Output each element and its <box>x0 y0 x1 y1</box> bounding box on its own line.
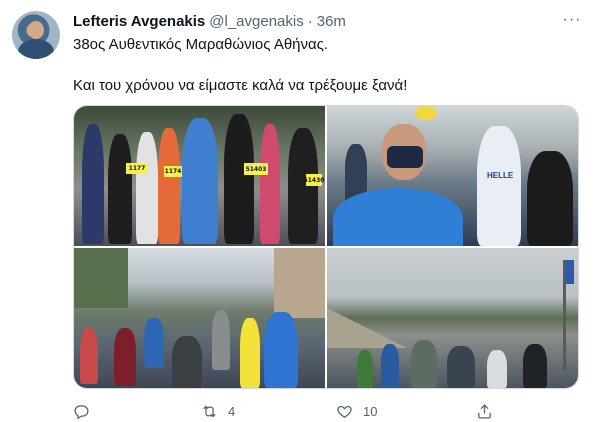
avatar-head <box>28 21 44 39</box>
avatar[interactable] <box>12 11 60 59</box>
runner-figure <box>487 350 507 388</box>
tweet-header: Lefteris Avgenakis @l_avgenakis · 36m <box>73 11 346 31</box>
runner-figure <box>447 346 475 388</box>
runner-figure <box>172 336 202 388</box>
banner-text: HELLE <box>487 171 514 180</box>
runner-figure <box>182 118 218 244</box>
runner-figure <box>381 344 399 388</box>
heart-icon <box>337 405 352 418</box>
runner-figure <box>144 318 164 368</box>
race-bib: 1174 <box>164 166 182 177</box>
reply-icon <box>74 404 89 419</box>
building-right <box>274 248 325 318</box>
race-bib: 51403 <box>244 163 268 175</box>
runner-figure <box>477 126 521 246</box>
runner-figure <box>108 134 132 244</box>
balloon <box>415 106 437 120</box>
avatar-shirt <box>18 39 54 59</box>
runner-figure <box>212 310 230 370</box>
race-bib: 1177 <box>126 163 148 174</box>
runner-figure <box>136 132 158 244</box>
tweet-text-line1: 38ος Αυθεντικός Μαραθώνιος Αθήνας. <box>73 36 329 53</box>
runner-figure <box>411 340 437 388</box>
separator-dot: · <box>307 12 313 30</box>
man-shirt <box>333 188 463 246</box>
flag <box>566 260 574 284</box>
runner-figure <box>240 318 260 388</box>
race-bib: 51430 <box>304 174 324 186</box>
reply-button[interactable] <box>73 403 100 420</box>
author-name[interactable]: Lefteris Avgenakis <box>73 13 205 30</box>
runner-figure <box>224 114 254 244</box>
retweet-button[interactable]: 4 <box>201 403 235 420</box>
share-button[interactable] <box>476 403 503 420</box>
like-count: 10 <box>363 403 378 419</box>
runner-figure <box>158 128 180 244</box>
stadium-seats <box>327 308 407 348</box>
runner-figure <box>527 151 573 246</box>
tweet-actions: 4 10 <box>73 402 493 420</box>
runner-figure <box>114 328 136 386</box>
runner-figure <box>82 124 104 244</box>
runner-figure <box>264 312 298 388</box>
runner-figure <box>357 350 373 388</box>
face-mask <box>387 146 423 168</box>
runner-figure <box>523 344 547 388</box>
tweet-text-line2: Και του χρόνου να είμαστε καλά να τρέξου… <box>73 77 408 94</box>
more-options-icon[interactable]: ··· <box>560 10 584 30</box>
retweet-count: 4 <box>228 403 236 419</box>
photo-stadium[interactable] <box>327 248 578 388</box>
runner-figure <box>288 128 318 244</box>
runner-figure <box>260 124 280 244</box>
photo-runners-start[interactable]: 1177 1174 51403 51430 <box>74 106 325 246</box>
runner-figure <box>80 328 98 384</box>
author-handle[interactable]: @l_avgenakis <box>209 13 303 30</box>
retweet-icon <box>203 405 216 417</box>
like-button[interactable]: 10 <box>336 403 377 420</box>
photo-masked-man[interactable]: HELLE <box>327 106 578 246</box>
timestamp[interactable]: 36m <box>317 13 346 30</box>
photo-street-race[interactable] <box>74 248 325 388</box>
media-grid: 1177 1174 51403 51430 HELLE <box>73 105 579 389</box>
share-icon <box>478 403 491 419</box>
tree-left <box>74 248 128 308</box>
